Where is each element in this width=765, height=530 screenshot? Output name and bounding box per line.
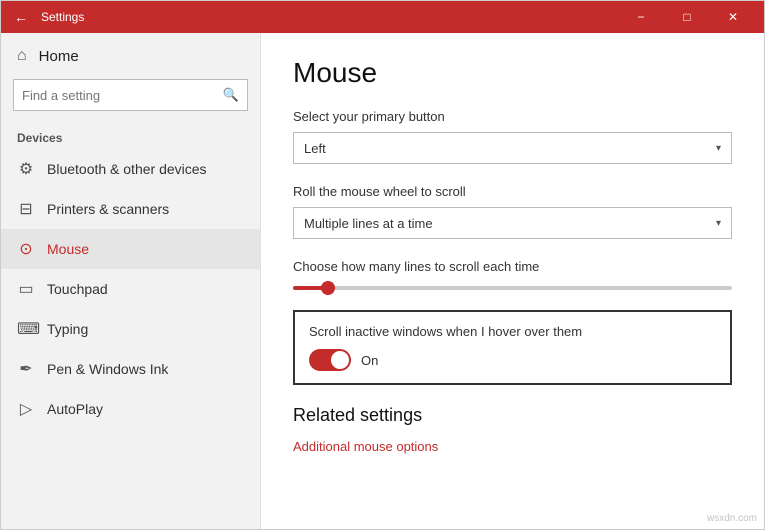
search-icon: 🔍 [223, 87, 239, 103]
sidebar-section-label: Devices [1, 123, 260, 149]
printers-icon: ⊟ [17, 199, 35, 219]
chevron-down-icon-2: ▾ [716, 218, 721, 229]
content-area: Mouse Select your primary button Left ▾ … [261, 33, 764, 529]
sidebar-item-printers-label: Printers & scanners [47, 201, 169, 217]
pen-icon: ✒ [17, 359, 35, 379]
minimize-button[interactable]: − [618, 1, 664, 33]
sidebar-item-pen[interactable]: ✒ Pen & Windows Ink [1, 349, 260, 389]
slider-thumb[interactable] [321, 281, 335, 295]
typing-icon: ⌨ [17, 319, 35, 339]
additional-mouse-options-link[interactable]: Additional mouse options [293, 439, 438, 454]
lines-label: Choose how many lines to scroll each tim… [293, 259, 732, 274]
sidebar-item-bluetooth-label: Bluetooth & other devices [47, 161, 207, 177]
primary-button-label: Select your primary button [293, 109, 732, 124]
sidebar-item-touchpad[interactable]: ▭ Touchpad [1, 269, 260, 309]
back-button[interactable]: ← [9, 5, 33, 29]
sidebar: ⌂ Home 🔍 Devices ⚙ Bluetooth & other dev… [1, 33, 261, 529]
sidebar-item-bluetooth[interactable]: ⚙ Bluetooth & other devices [1, 149, 260, 189]
main-layout: ⌂ Home 🔍 Devices ⚙ Bluetooth & other dev… [1, 33, 764, 529]
sidebar-item-typing[interactable]: ⌨ Typing [1, 309, 260, 349]
chevron-down-icon: ▾ [716, 143, 721, 154]
scroll-inactive-toggle[interactable] [309, 349, 351, 371]
scroll-dropdown[interactable]: Multiple lines at a time ▾ [293, 207, 732, 239]
search-box: 🔍 [13, 79, 248, 111]
titlebar-title: Settings [41, 10, 618, 24]
home-label: Home [39, 48, 79, 65]
toggle-thumb [331, 351, 349, 369]
sidebar-item-pen-label: Pen & Windows Ink [47, 361, 168, 377]
sidebar-item-mouse-label: Mouse [47, 241, 89, 257]
sidebar-item-home[interactable]: ⌂ Home [1, 33, 260, 79]
watermark: wsxdn.com [707, 513, 757, 524]
sidebar-item-typing-label: Typing [47, 321, 88, 337]
page-title: Mouse [293, 57, 732, 89]
mouse-icon: ⊙ [17, 239, 35, 259]
home-icon: ⌂ [17, 47, 27, 65]
sidebar-item-autoplay-label: AutoPlay [47, 401, 103, 417]
slider-track [293, 286, 732, 290]
lines-slider-section: Choose how many lines to scroll each tim… [293, 259, 732, 290]
scroll-value: Multiple lines at a time [304, 216, 696, 231]
primary-button-value: Left [304, 141, 696, 156]
scroll-inactive-label: Scroll inactive windows when I hover ove… [309, 324, 716, 339]
primary-button-dropdown[interactable]: Left ▾ [293, 132, 732, 164]
window-controls: − □ ✕ [618, 1, 756, 33]
scroll-label: Roll the mouse wheel to scroll [293, 184, 732, 199]
titlebar: ← Settings − □ ✕ [1, 1, 764, 33]
maximize-button[interactable]: □ [664, 1, 710, 33]
sidebar-item-printers[interactable]: ⊟ Printers & scanners [1, 189, 260, 229]
bluetooth-icon: ⚙ [17, 159, 35, 179]
scroll-inactive-box: Scroll inactive windows when I hover ove… [293, 310, 732, 385]
toggle-row: On [309, 349, 716, 371]
sidebar-item-mouse[interactable]: ⊙ Mouse [1, 229, 260, 269]
sidebar-item-autoplay[interactable]: ▷ AutoPlay [1, 389, 260, 429]
search-input[interactable] [22, 88, 217, 103]
close-button[interactable]: ✕ [710, 1, 756, 33]
autoplay-icon: ▷ [17, 399, 35, 419]
touchpad-icon: ▭ [17, 279, 35, 299]
sidebar-item-touchpad-label: Touchpad [47, 281, 108, 297]
toggle-state-label: On [361, 353, 378, 368]
related-settings-title: Related settings [293, 405, 732, 426]
